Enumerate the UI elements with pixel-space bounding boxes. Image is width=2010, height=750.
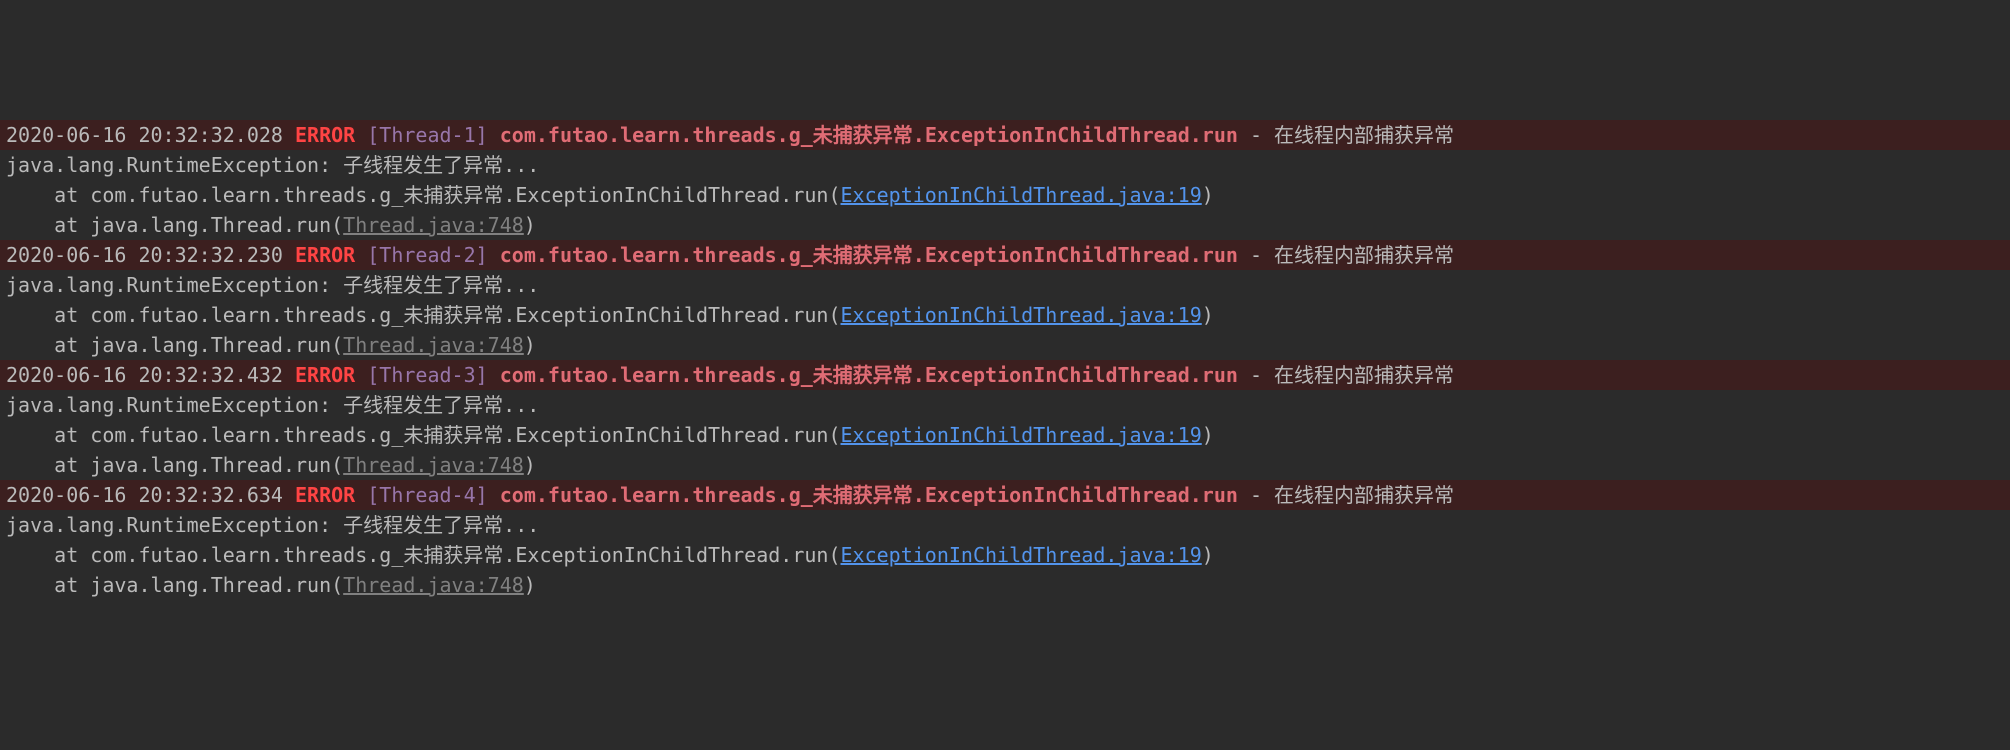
log-level: ERROR — [295, 363, 355, 387]
source-link[interactable]: ExceptionInChildThread.java:19 — [841, 543, 1202, 567]
stack-frame-suffix: ) — [524, 573, 536, 597]
stack-frame-text: at com.futao.learn.threads.g_未捕获异常.Excep… — [6, 303, 841, 327]
stack-frame-suffix: ) — [1202, 303, 1214, 327]
thread-name: [Thread-2] — [367, 243, 487, 267]
log-message: 在线程内部捕获异常 — [1274, 243, 1454, 267]
thread-name: [Thread-3] — [367, 363, 487, 387]
stack-frame: at com.futao.learn.threads.g_未捕获异常.Excep… — [0, 180, 2010, 210]
log-level: ERROR — [295, 483, 355, 507]
source-link[interactable]: Thread.java:748 — [343, 573, 524, 597]
separator: - — [1238, 123, 1274, 147]
stack-frame-text: at java.lang.Thread.run( — [6, 333, 343, 357]
log-level: ERROR — [295, 123, 355, 147]
log-message: 在线程内部捕获异常 — [1274, 363, 1454, 387]
stack-frame-suffix: ) — [1202, 543, 1214, 567]
log-entry-header: 2020-06-16 20:32:32.230 ERROR [Thread-2]… — [0, 240, 2010, 270]
log-entry-header: 2020-06-16 20:32:32.432 ERROR [Thread-3]… — [0, 360, 2010, 390]
stack-frame: at java.lang.Thread.run(Thread.java:748) — [0, 570, 2010, 600]
log-level: ERROR — [295, 243, 355, 267]
stack-frame: at java.lang.Thread.run(Thread.java:748) — [0, 210, 2010, 240]
stack-frame-text: at java.lang.Thread.run( — [6, 573, 343, 597]
timestamp: 2020-06-16 20:32:32.432 — [6, 363, 283, 387]
exception-line: java.lang.RuntimeException: 子线程发生了异常... — [0, 150, 2010, 180]
source-link[interactable]: Thread.java:748 — [343, 453, 524, 477]
stack-frame-text: at com.futao.learn.threads.g_未捕获异常.Excep… — [6, 543, 841, 567]
stack-frame-suffix: ) — [524, 453, 536, 477]
logger-name: com.futao.learn.threads.g_未捕获异常.Exceptio… — [500, 243, 1238, 267]
stack-frame-suffix: ) — [1202, 183, 1214, 207]
exception-line: java.lang.RuntimeException: 子线程发生了异常... — [0, 510, 2010, 540]
separator: - — [1238, 363, 1274, 387]
separator: - — [1238, 483, 1274, 507]
exception-line: java.lang.RuntimeException: 子线程发生了异常... — [0, 270, 2010, 300]
log-entry-header: 2020-06-16 20:32:32.634 ERROR [Thread-4]… — [0, 480, 2010, 510]
logger-name: com.futao.learn.threads.g_未捕获异常.Exceptio… — [500, 363, 1238, 387]
source-link[interactable]: ExceptionInChildThread.java:19 — [841, 303, 1202, 327]
stack-frame-text: at java.lang.Thread.run( — [6, 213, 343, 237]
stack-frame-text: at com.futao.learn.threads.g_未捕获异常.Excep… — [6, 423, 841, 447]
stack-frame: at java.lang.Thread.run(Thread.java:748) — [0, 450, 2010, 480]
stack-frame: at java.lang.Thread.run(Thread.java:748) — [0, 330, 2010, 360]
log-entry-header: 2020-06-16 20:32:32.028 ERROR [Thread-1]… — [0, 120, 2010, 150]
source-link[interactable]: Thread.java:748 — [343, 213, 524, 237]
source-link[interactable]: ExceptionInChildThread.java:19 — [841, 183, 1202, 207]
console-output: 2020-06-16 20:32:32.028 ERROR [Thread-1]… — [0, 120, 2010, 600]
stack-frame: at com.futao.learn.threads.g_未捕获异常.Excep… — [0, 540, 2010, 570]
source-link[interactable]: ExceptionInChildThread.java:19 — [841, 423, 1202, 447]
timestamp: 2020-06-16 20:32:32.230 — [6, 243, 283, 267]
separator: - — [1238, 243, 1274, 267]
timestamp: 2020-06-16 20:32:32.634 — [6, 483, 283, 507]
exception-message: java.lang.RuntimeException: 子线程发生了异常... — [6, 153, 539, 177]
thread-name: [Thread-4] — [367, 483, 487, 507]
stack-frame-suffix: ) — [524, 213, 536, 237]
thread-name: [Thread-1] — [367, 123, 487, 147]
log-message: 在线程内部捕获异常 — [1274, 483, 1454, 507]
stack-frame-text: at java.lang.Thread.run( — [6, 453, 343, 477]
stack-frame-text: at com.futao.learn.threads.g_未捕获异常.Excep… — [6, 183, 841, 207]
exception-message: java.lang.RuntimeException: 子线程发生了异常... — [6, 393, 539, 417]
logger-name: com.futao.learn.threads.g_未捕获异常.Exceptio… — [500, 483, 1238, 507]
source-link[interactable]: Thread.java:748 — [343, 333, 524, 357]
exception-line: java.lang.RuntimeException: 子线程发生了异常... — [0, 390, 2010, 420]
stack-frame-suffix: ) — [1202, 423, 1214, 447]
exception-message: java.lang.RuntimeException: 子线程发生了异常... — [6, 513, 539, 537]
stack-frame-suffix: ) — [524, 333, 536, 357]
stack-frame: at com.futao.learn.threads.g_未捕获异常.Excep… — [0, 420, 2010, 450]
stack-frame: at com.futao.learn.threads.g_未捕获异常.Excep… — [0, 300, 2010, 330]
logger-name: com.futao.learn.threads.g_未捕获异常.Exceptio… — [500, 123, 1238, 147]
log-message: 在线程内部捕获异常 — [1274, 123, 1454, 147]
exception-message: java.lang.RuntimeException: 子线程发生了异常... — [6, 273, 539, 297]
timestamp: 2020-06-16 20:32:32.028 — [6, 123, 283, 147]
